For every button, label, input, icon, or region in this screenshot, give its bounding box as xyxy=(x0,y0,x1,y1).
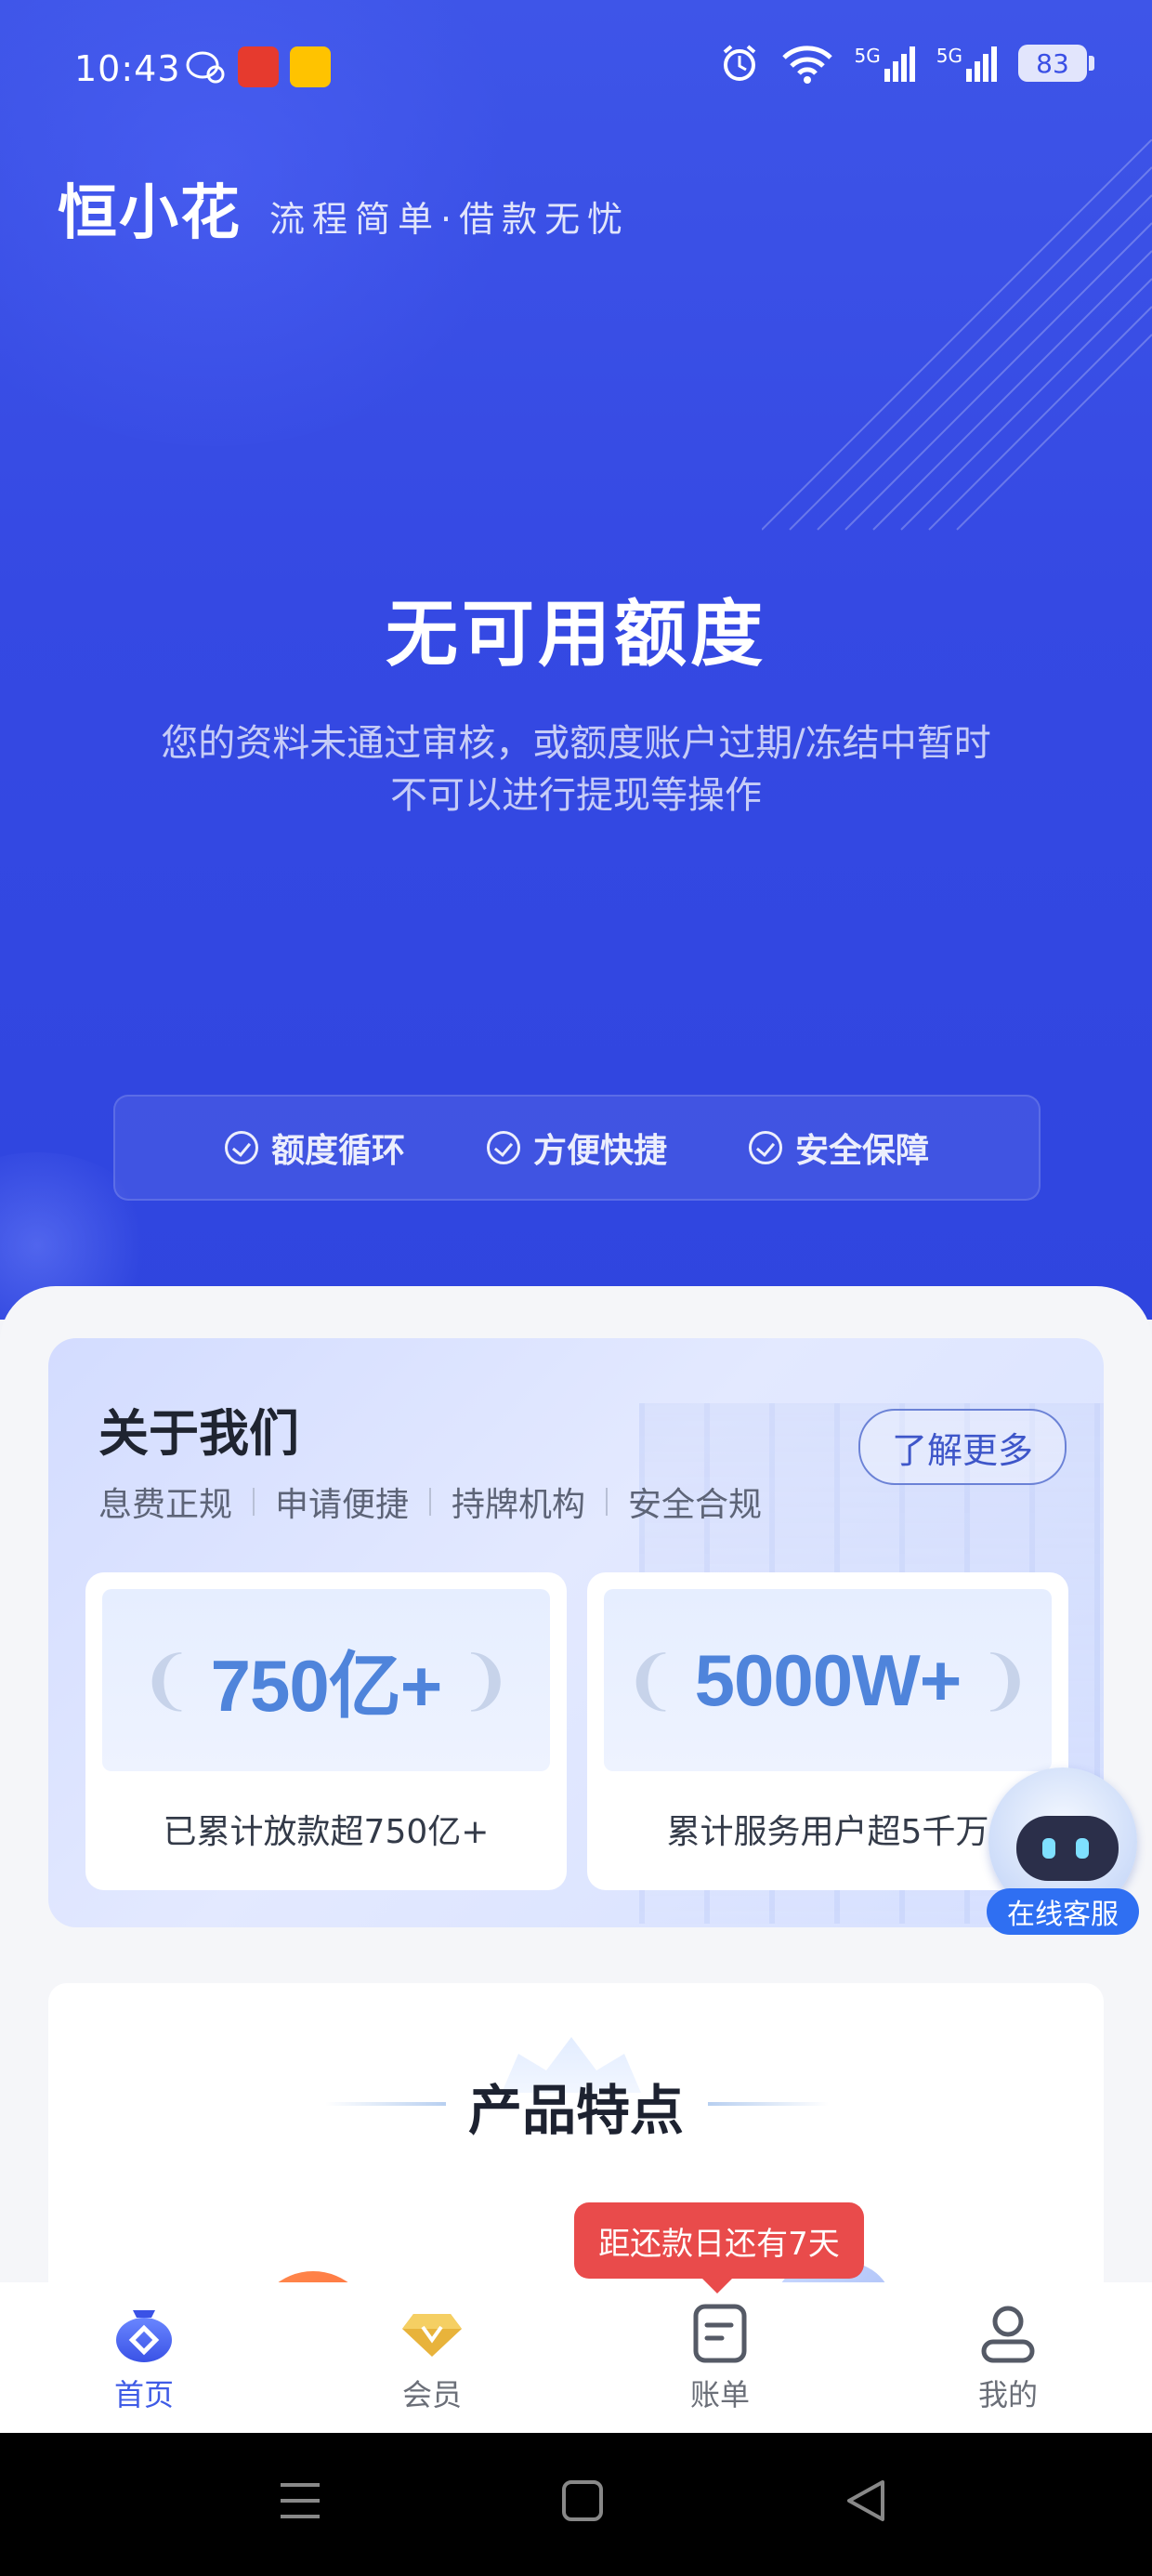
about-tag: 持牌机构 xyxy=(452,1486,586,1524)
tag-divider xyxy=(606,1488,609,1516)
about-tags: 息费正规 申请便捷 持牌机构 安全合规 xyxy=(98,1478,762,1526)
wechat-notification-icon xyxy=(184,46,227,87)
network-label-2: 5G xyxy=(936,45,962,67)
status-right: 5G 5G 83 xyxy=(719,43,1094,84)
hero-banner: 10:43 5G 5G 83 恒小花 流程简单·借款无忧 无可用额度 您的资料未… xyxy=(0,0,1152,1320)
about-card: 关于我们 息费正规 申请便捷 持牌机构 安全合规 了解更多 ❨ 750亿+ ❩ … xyxy=(48,1338,1104,1927)
stat-value-box: ❨ 750亿+ ❩ xyxy=(102,1589,550,1771)
app-notification-icon xyxy=(238,46,279,87)
page-title: 无可用额度 xyxy=(385,593,766,677)
network-label: 5G xyxy=(854,45,881,67)
robot-face xyxy=(1016,1816,1119,1881)
tab-home[interactable]: 首页 xyxy=(0,2282,288,2433)
bottom-tab-bar: 首页 会员 账单 我的 xyxy=(0,2282,1152,2433)
hero-decor-lines xyxy=(762,139,1152,531)
feature-label: 方便快捷 xyxy=(532,1132,667,1170)
learn-more-button[interactable]: 了解更多 xyxy=(858,1409,1067,1485)
home-icon xyxy=(116,2310,172,2362)
robot-eye xyxy=(1042,1838,1055,1859)
tab-vip[interactable]: 会员 xyxy=(288,2282,576,2433)
product-features-title: 产品特点 xyxy=(467,2079,684,2142)
brand-slogan: 流程简单·借款无忧 xyxy=(269,198,631,240)
online-service-label: 在线客服 xyxy=(987,1888,1139,1935)
laurel-left-icon: ❨ xyxy=(138,1642,194,1718)
tab-label: 会员 xyxy=(401,2377,462,2412)
menu-icon[interactable] xyxy=(279,2477,321,2524)
brand-header: 恒小花 流程简单·借款无忧 xyxy=(58,165,630,251)
alarm-icon xyxy=(723,45,755,81)
laurel-left-icon: ❨ xyxy=(622,1642,678,1718)
hero-description-line2: 不可以进行提现等操作 xyxy=(390,774,762,817)
tab-mine[interactable]: 我的 xyxy=(864,2282,1152,2433)
tag-divider xyxy=(253,1488,255,1516)
meituan-notification-icon xyxy=(290,46,331,87)
hero-description: 您的资料未通过审核，或额度账户过期/冻结中暂时 不可以进行提现等操作 xyxy=(111,717,1041,821)
wifi-icon xyxy=(781,46,832,84)
system-navigation-bar xyxy=(0,2433,1152,2576)
tab-label: 我的 xyxy=(977,2377,1038,2412)
robot-eye xyxy=(1076,1838,1089,1859)
check-circle-icon xyxy=(486,1131,520,1164)
tab-bill[interactable]: 账单 xyxy=(576,2282,864,2433)
online-service-button[interactable]: 在线客服 xyxy=(983,1768,1141,1939)
feature-item: 安全保障 xyxy=(749,1124,929,1172)
bill-icon xyxy=(693,2304,747,2363)
signal-5g-icon: 5G xyxy=(855,45,916,82)
check-circle-icon xyxy=(749,1131,782,1164)
signal-5g-icon-2: 5G xyxy=(936,45,998,82)
feature-strip: 额度循环 方便快捷 安全保障 xyxy=(113,1095,1041,1201)
laurel-right-icon: ❩ xyxy=(977,1642,1032,1718)
back-triangle-icon[interactable] xyxy=(845,2477,888,2524)
status-time: 10:43 xyxy=(74,48,181,89)
stat-caption: 已累计放款超750亿+ xyxy=(163,1813,490,1851)
tag-divider xyxy=(429,1488,432,1516)
stat-value: 5000W+ xyxy=(694,1638,962,1721)
laurel-right-icon: ❩ xyxy=(458,1642,513,1718)
feature-label: 安全保障 xyxy=(795,1132,930,1170)
about-tag: 息费正规 xyxy=(98,1486,233,1524)
repayment-reminder-tooltip[interactable]: 距还款日还有7天 xyxy=(574,2202,864,2293)
tab-label: 账单 xyxy=(689,2377,750,2412)
battery-indicator: 83 xyxy=(1018,45,1094,82)
about-heading: 关于我们 xyxy=(98,1404,299,1463)
home-square-icon[interactable] xyxy=(561,2477,604,2524)
stat-value-box: ❨ 5000W+ ❩ xyxy=(604,1589,1052,1771)
brand-logo: 恒小花 xyxy=(58,179,242,248)
title-line-right xyxy=(708,2102,829,2106)
feature-item: 额度循环 xyxy=(224,1124,405,1172)
vip-diamond-icon xyxy=(402,2314,462,2357)
profile-icon xyxy=(981,2306,1035,2363)
tab-label: 首页 xyxy=(113,2377,174,2412)
stat-value: 750亿+ xyxy=(210,1645,443,1727)
stat-card-loans: ❨ 750亿+ ❩ 已累计放款超750亿+ xyxy=(85,1572,567,1890)
about-tag: 安全合规 xyxy=(628,1486,763,1524)
check-circle-icon xyxy=(224,1131,258,1164)
feature-label: 额度循环 xyxy=(270,1132,405,1170)
feature-item: 方便快捷 xyxy=(486,1124,667,1172)
status-bar: 10:43 5G 5G 83 xyxy=(0,0,1152,139)
about-tag: 申请便捷 xyxy=(275,1486,410,1524)
hero-description-line1: 您的资料未通过审核，或额度账户过期/冻结中暂时 xyxy=(161,722,991,765)
